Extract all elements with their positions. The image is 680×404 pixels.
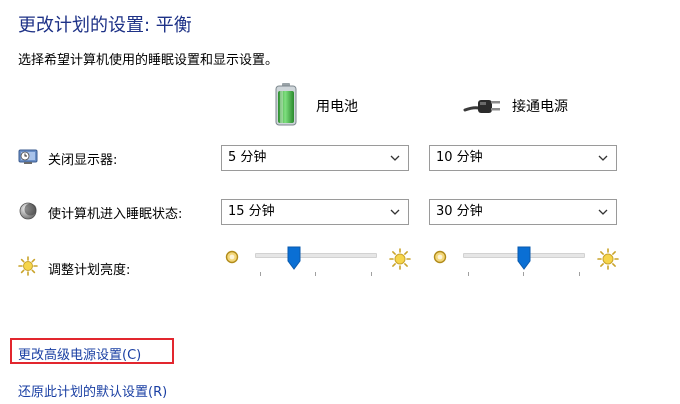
display-off-label: 关闭显示器: — [48, 153, 118, 168]
brightness-plugged-slider[interactable] — [463, 246, 585, 276]
chevron-down-icon — [390, 209, 400, 215]
slider-tick — [468, 272, 469, 276]
display-off-plugged-value: 10 分钟 — [436, 150, 483, 165]
chevron-down-icon — [390, 155, 400, 161]
bright-brightness-icon — [597, 248, 619, 270]
display-off-battery-value: 5 分钟 — [228, 150, 267, 165]
restore-defaults-link[interactable]: 还原此计划的默认设置(R) — [18, 381, 167, 400]
moon-sleep-icon — [19, 202, 37, 220]
slider-tick — [579, 272, 580, 276]
advanced-power-settings-link[interactable]: 更改高级电源设置(C) — [18, 344, 141, 363]
brightness-label: 调整计划亮度: — [48, 263, 131, 278]
battery-icon — [275, 83, 297, 126]
sleep-battery-select[interactable]: 15 分钟 — [221, 199, 409, 225]
display-off-battery-select[interactable]: 5 分钟 — [221, 145, 409, 171]
sleep-battery-value: 15 分钟 — [228, 204, 275, 219]
slider-tick — [523, 272, 524, 276]
page-subtitle: 选择希望计算机使用的睡眠设置和显示设置。 — [18, 53, 279, 68]
slider-track — [255, 253, 377, 258]
dim-brightness-icon — [433, 250, 447, 264]
column-header-battery: 用电池 — [316, 99, 358, 115]
display-off-plugged-select[interactable]: 10 分钟 — [429, 145, 617, 171]
chevron-down-icon — [598, 155, 608, 161]
slider-thumb[interactable] — [517, 246, 531, 270]
slider-tick — [315, 272, 316, 276]
column-header-plugged: 接通电源 — [512, 99, 568, 115]
power-plan-settings: 更改计划的设置: 平衡 选择希望计算机使用的睡眠设置和显示设置。 用电池 接通电… — [0, 0, 680, 404]
sleep-plugged-select[interactable]: 30 分钟 — [429, 199, 617, 225]
sleep-label: 使计算机进入睡眠状态: — [48, 207, 183, 222]
bright-brightness-icon — [389, 248, 411, 270]
slider-tick — [371, 272, 372, 276]
slider-thumb[interactable] — [287, 246, 301, 270]
chevron-down-icon — [598, 209, 608, 215]
page-title: 更改计划的设置: 平衡 — [18, 15, 192, 36]
slider-tick — [260, 272, 261, 276]
sleep-plugged-value: 30 分钟 — [436, 204, 483, 219]
monitor-clock-icon — [18, 149, 38, 164]
sun-icon — [18, 256, 38, 276]
dim-brightness-icon — [225, 250, 239, 264]
brightness-battery-slider[interactable] — [255, 246, 377, 276]
power-plug-icon — [463, 100, 500, 113]
